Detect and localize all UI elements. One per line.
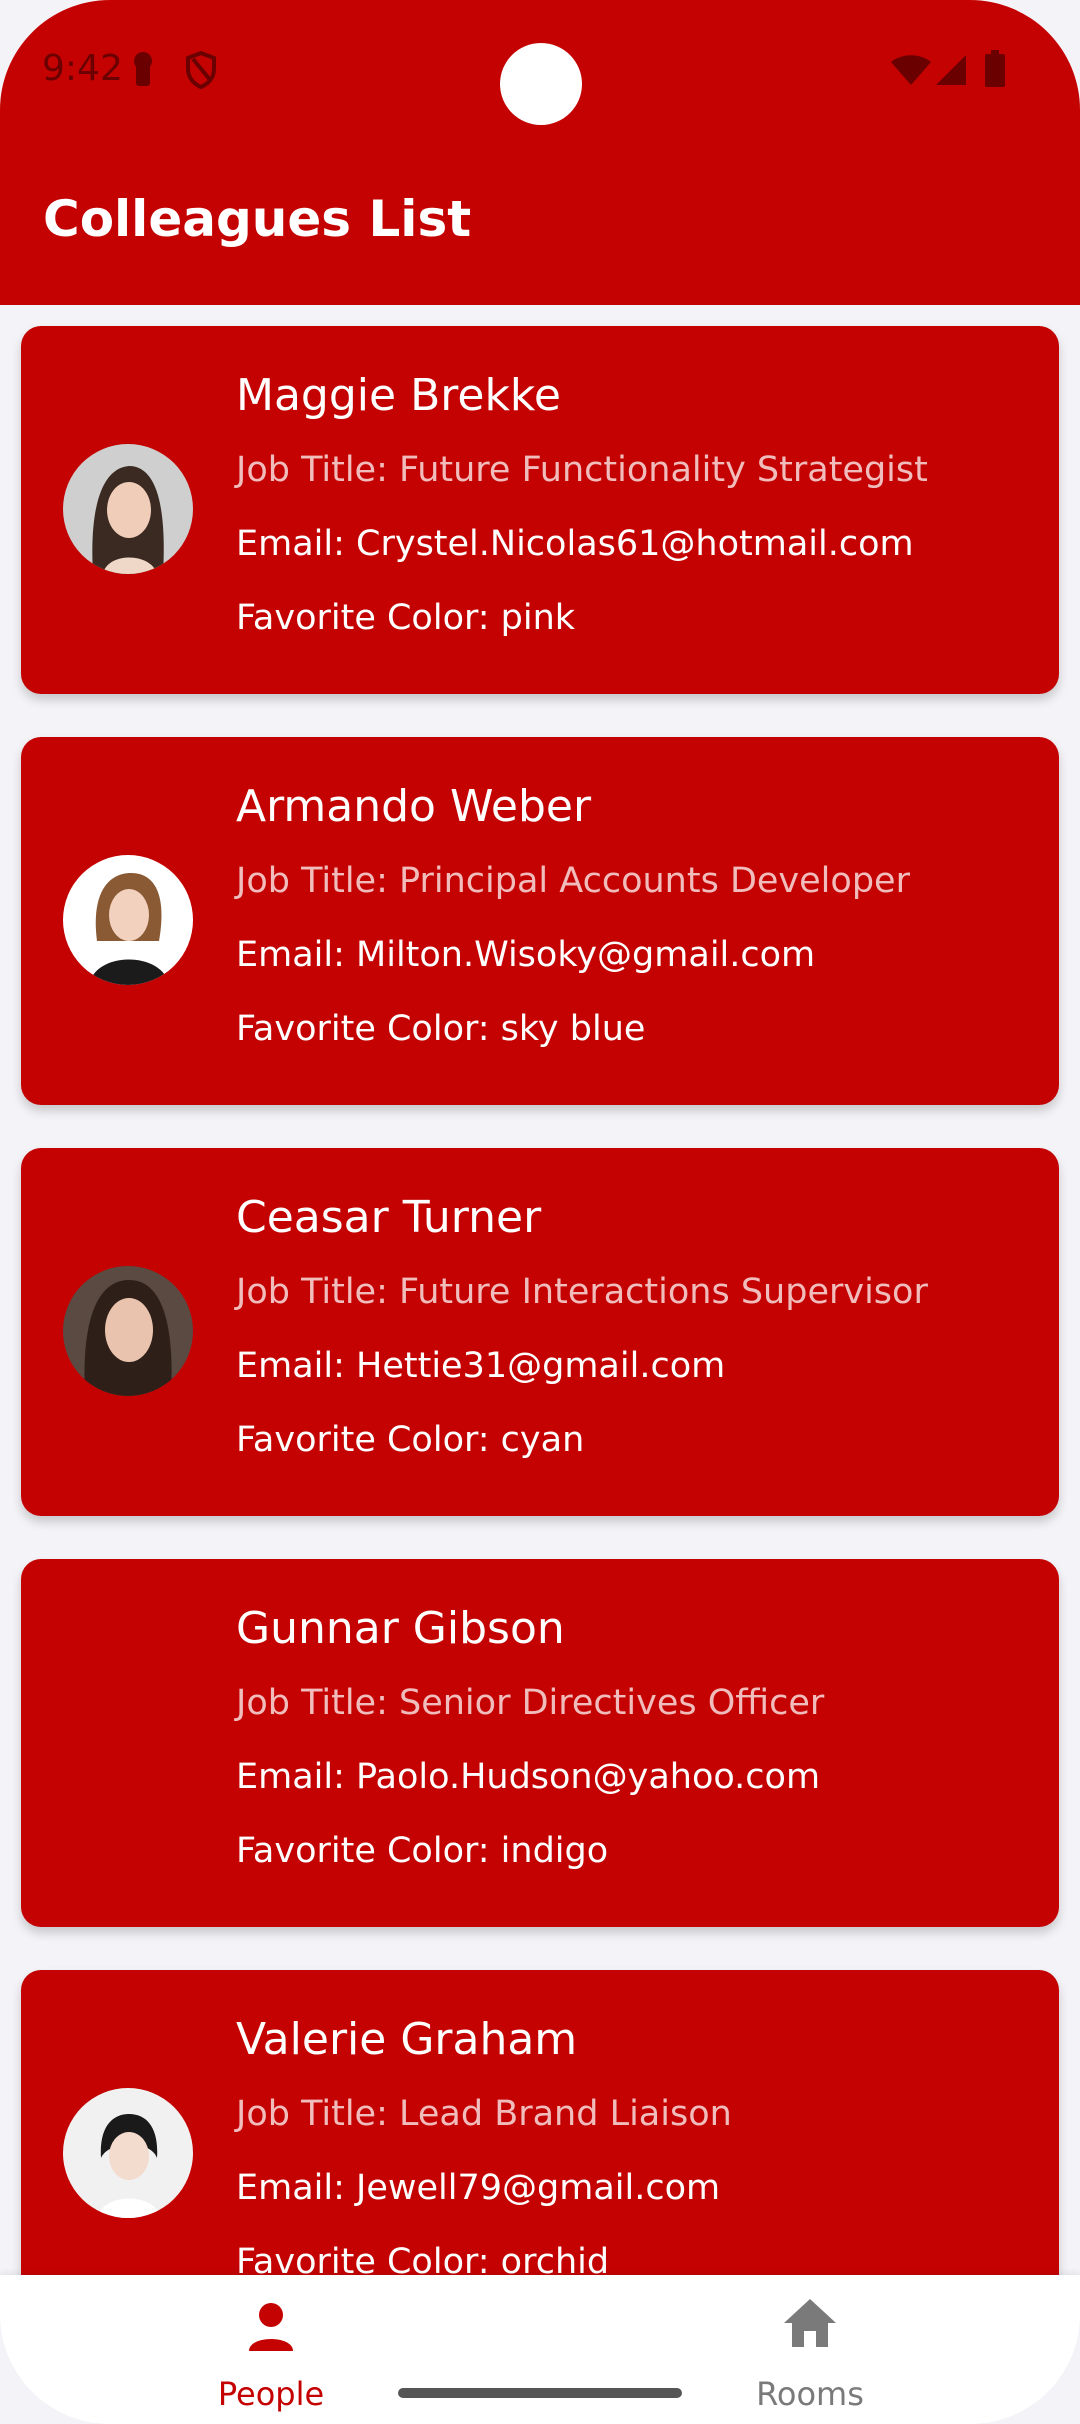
home-indicator[interactable] [398,2388,682,2398]
nav-item-rooms[interactable]: Rooms [660,2275,960,2424]
colleague-list[interactable]: Maggie Brekke Job Title: Future Function… [0,305,1080,2275]
page-title: Colleagues List [43,190,472,248]
status-time: 9:42 [42,48,123,89]
bottom-navigation: People Rooms [0,2275,1080,2424]
camera-cutout [500,43,582,125]
shield-icon [184,50,218,95]
avatar [63,1266,193,1396]
avatar [63,855,193,985]
colleague-job-title: Job Title: Senior Directives Officer [236,1683,825,1723]
colleague-favorite-color: Favorite Color: sky blue [236,1009,646,1049]
home-icon [782,2297,838,2354]
colleague-job-title: Job Title: Lead Brand Liaison [236,2094,732,2134]
colleague-card[interactable]: Valerie Graham Job Title: Lead Brand Lia… [21,1970,1059,2275]
colleague-favorite-color: Favorite Color: pink [236,598,576,638]
colleague-card[interactable]: Ceasar Turner Job Title: Future Interact… [21,1148,1059,1516]
colleague-name: Maggie Brekke [236,370,561,421]
colleague-card[interactable]: Maggie Brekke Job Title: Future Function… [21,326,1059,694]
wifi-icon [890,54,932,91]
colleague-email: Email: Crystel.Nicolas61@hotmail.com [236,524,914,564]
colleague-name: Ceasar Turner [236,1192,542,1243]
colleague-name: Armando Weber [236,781,592,832]
battery-icon [984,50,1006,93]
avatar [63,2088,193,2218]
colleague-email: Email: Jewell79@gmail.com [236,2168,721,2208]
avatar [63,444,193,574]
colleague-job-title: Job Title: Principal Accounts Developer [236,861,910,901]
colleague-job-title: Job Title: Future Interactions Superviso… [236,1272,928,1312]
phone-screen: 9:42 Colleagues List Maggie Brekke Job T… [0,0,1080,2424]
colleague-favorite-color: Favorite Color: cyan [236,1420,585,1460]
app-bar: 9:42 Colleagues List [0,0,1080,305]
colleague-card[interactable]: Armando Weber Job Title: Principal Accou… [21,737,1059,1105]
nav-item-people[interactable]: People [121,2275,421,2424]
nav-label-people: People [217,2375,325,2413]
colleague-card[interactable]: Gunnar Gibson Job Title: Senior Directiv… [21,1559,1059,1927]
person-icon [246,2301,296,2358]
colleague-name: Gunnar Gibson [236,1603,565,1654]
signal-icon [934,54,968,91]
colleague-name: Valerie Graham [236,2014,578,2065]
colleague-email: Email: Milton.Wisoky@gmail.com [236,935,816,975]
colleague-favorite-color: Favorite Color: indigo [236,1831,609,1871]
keyhole-icon [128,50,158,95]
colleague-email: Email: Hettie31@gmail.com [236,1346,726,1386]
colleague-email: Email: Paolo.Hudson@yahoo.com [236,1757,821,1797]
nav-label-rooms: Rooms [756,2375,864,2413]
colleague-job-title: Job Title: Future Functionality Strategi… [236,450,928,490]
colleague-favorite-color: Favorite Color: orchid [236,2242,610,2275]
